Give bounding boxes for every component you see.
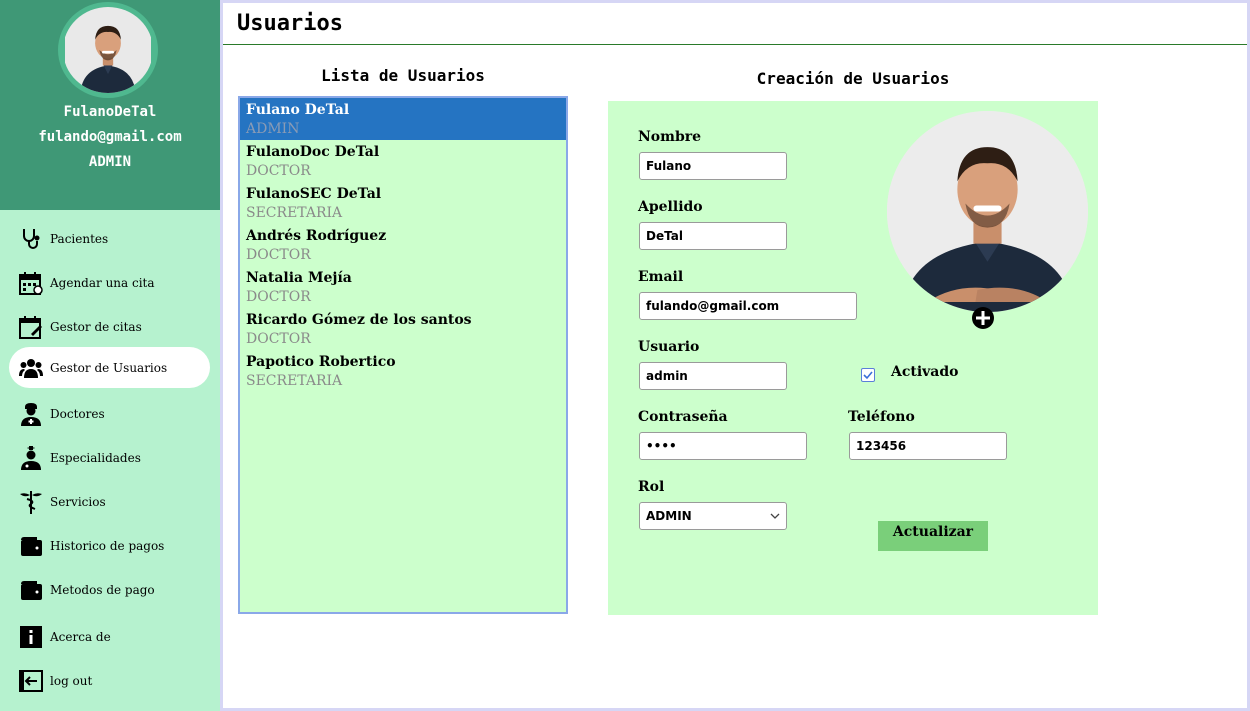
- user-role: DOCTOR: [246, 163, 311, 179]
- list-item[interactable]: Papotico Robertico SECRETARIA: [240, 350, 566, 392]
- sidebar-item-label: Acerca de: [50, 629, 111, 644]
- sidebar-item-pacientes[interactable]: Pacientes: [9, 218, 210, 259]
- nombre-field[interactable]: Fulano: [639, 152, 787, 180]
- password-field[interactable]: ••••: [639, 432, 807, 460]
- user-role: SECRETARIA: [246, 205, 343, 221]
- usuario-field[interactable]: admin: [639, 362, 787, 390]
- sidebar-item-especialidades[interactable]: Especialidades: [9, 437, 210, 478]
- form-heading: Creación de Usuarios: [756, 69, 950, 88]
- sidebar-item-servicios[interactable]: Servicios: [9, 481, 210, 522]
- sidebar-item-acerca-de[interactable]: Acerca de: [9, 616, 210, 657]
- profile-role: ADMIN: [88, 154, 132, 170]
- add-photo-icon[interactable]: [971, 306, 995, 330]
- telefono-field[interactable]: 123456: [849, 432, 1007, 460]
- email-label: Email: [638, 269, 684, 285]
- sidebar-item-label: Agendar una cita: [50, 275, 155, 290]
- sidebar: FulanoDeTal fulando@gmail.com ADMIN Paci…: [0, 0, 220, 711]
- chevron-down-icon: [770, 513, 780, 519]
- rol-select[interactable]: ADMIN: [639, 502, 787, 530]
- user-name: FulanoSEC DeTal: [246, 186, 382, 202]
- list-item[interactable]: Andrés Rodríguez DOCTOR: [240, 224, 566, 266]
- sidebar-item-label: Especialidades: [50, 450, 141, 465]
- user-name: FulanoDoc DeTal: [246, 144, 380, 160]
- user-name: Andrés Rodríguez: [246, 228, 387, 244]
- user-name: Papotico Robertico: [246, 354, 396, 370]
- list-item[interactable]: Ricardo Gómez de los santos DOCTOR: [240, 308, 566, 350]
- user-name: Fulano DeTal: [246, 102, 350, 118]
- user-role: SECRETARIA: [246, 373, 343, 389]
- nombre-label: Nombre: [638, 129, 702, 145]
- user-name: Ricardo Gómez de los santos: [246, 312, 472, 328]
- user-form: Nombre Fulano Apellido DeTal Email fulan…: [608, 101, 1098, 615]
- rol-selected-value: ADMIN: [646, 509, 692, 523]
- sidebar-item-label: Gestor de citas: [50, 319, 142, 334]
- sidebar-item-agendar-cita[interactable]: Agendar una cita: [9, 262, 210, 303]
- page-title: Usuarios: [237, 11, 343, 36]
- profile-email: fulando@gmail.com: [38, 129, 182, 145]
- user-role: DOCTOR: [246, 331, 311, 347]
- user-list-heading: Lista de Usuarios: [321, 66, 485, 85]
- user-list[interactable]: Fulano DeTal ADMIN FulanoDoc DeTal DOCTO…: [238, 96, 568, 614]
- activado-checkbox[interactable]: [861, 368, 875, 382]
- info-icon: [19, 625, 43, 649]
- user-role: DOCTOR: [246, 247, 311, 263]
- sidebar-item-gestor-citas[interactable]: Gestor de citas: [9, 306, 210, 347]
- apellido-field[interactable]: DeTal: [639, 222, 787, 250]
- sidebar-item-label: Gestor de Usuarios: [50, 360, 168, 375]
- activado-label: Activado: [891, 364, 959, 380]
- sidebar-item-label: log out: [50, 673, 93, 688]
- sidebar-item-label: Doctores: [50, 406, 105, 421]
- apellido-label: Apellido: [638, 199, 703, 215]
- sidebar-item-label: Metodos de pago: [50, 582, 155, 597]
- main-content: Usuarios Lista de Usuarios Fulano DeTal …: [223, 3, 1247, 708]
- calendar-edit-icon: [19, 315, 43, 339]
- sidebar-item-historico-pagos[interactable]: Historico de pagos: [9, 525, 210, 566]
- list-item[interactable]: Fulano DeTal ADMIN: [240, 98, 566, 140]
- user-photo: [887, 111, 1088, 312]
- profile-photo-image: [887, 111, 1088, 312]
- title-divider: [223, 44, 1247, 45]
- list-item[interactable]: FulanoDoc DeTal DOCTOR: [240, 140, 566, 182]
- user-name: Natalia Mejía: [246, 270, 352, 286]
- profile-card: FulanoDeTal fulando@gmail.com ADMIN: [0, 0, 220, 210]
- wallet-icon: [19, 534, 43, 558]
- wallet-icon: [19, 578, 43, 602]
- sidebar-item-doctores[interactable]: Doctores: [9, 393, 210, 434]
- email-field[interactable]: fulando@gmail.com: [639, 292, 857, 320]
- list-item[interactable]: FulanoSEC DeTal SECRETARIA: [240, 182, 566, 224]
- usuario-label: Usuario: [638, 339, 700, 355]
- avatar-photo: [65, 7, 151, 93]
- checkmark-icon: [863, 371, 873, 380]
- specialist-icon: [19, 445, 43, 470]
- password-label: Contraseña: [638, 409, 728, 425]
- user-role: ADMIN: [246, 121, 300, 137]
- sidebar-item-label: Servicios: [50, 494, 106, 509]
- telefono-label: Teléfono: [848, 409, 915, 425]
- sidebar-item-label: Pacientes: [50, 231, 109, 246]
- sidebar-item-logout[interactable]: log out: [9, 660, 210, 701]
- logout-icon: [19, 669, 43, 693]
- profile-username: FulanoDeTal: [63, 104, 157, 120]
- sidebar-item-gestor-usuarios[interactable]: Gestor de Usuarios: [9, 347, 210, 388]
- doctor-icon: [19, 402, 43, 426]
- list-item[interactable]: Natalia Mejía DOCTOR: [240, 266, 566, 308]
- users-icon: [19, 356, 43, 380]
- sidebar-item-label: Historico de pagos: [50, 538, 165, 553]
- calendar-icon: [19, 271, 43, 295]
- user-role: DOCTOR: [246, 289, 311, 305]
- user-avatar: [58, 2, 158, 98]
- stethoscope-icon: [19, 227, 43, 251]
- sidebar-item-metodos-pago[interactable]: Metodos de pago: [9, 569, 210, 610]
- caduceus-icon: [19, 490, 43, 514]
- rol-label: Rol: [638, 479, 665, 495]
- actualizar-button[interactable]: Actualizar: [878, 521, 988, 551]
